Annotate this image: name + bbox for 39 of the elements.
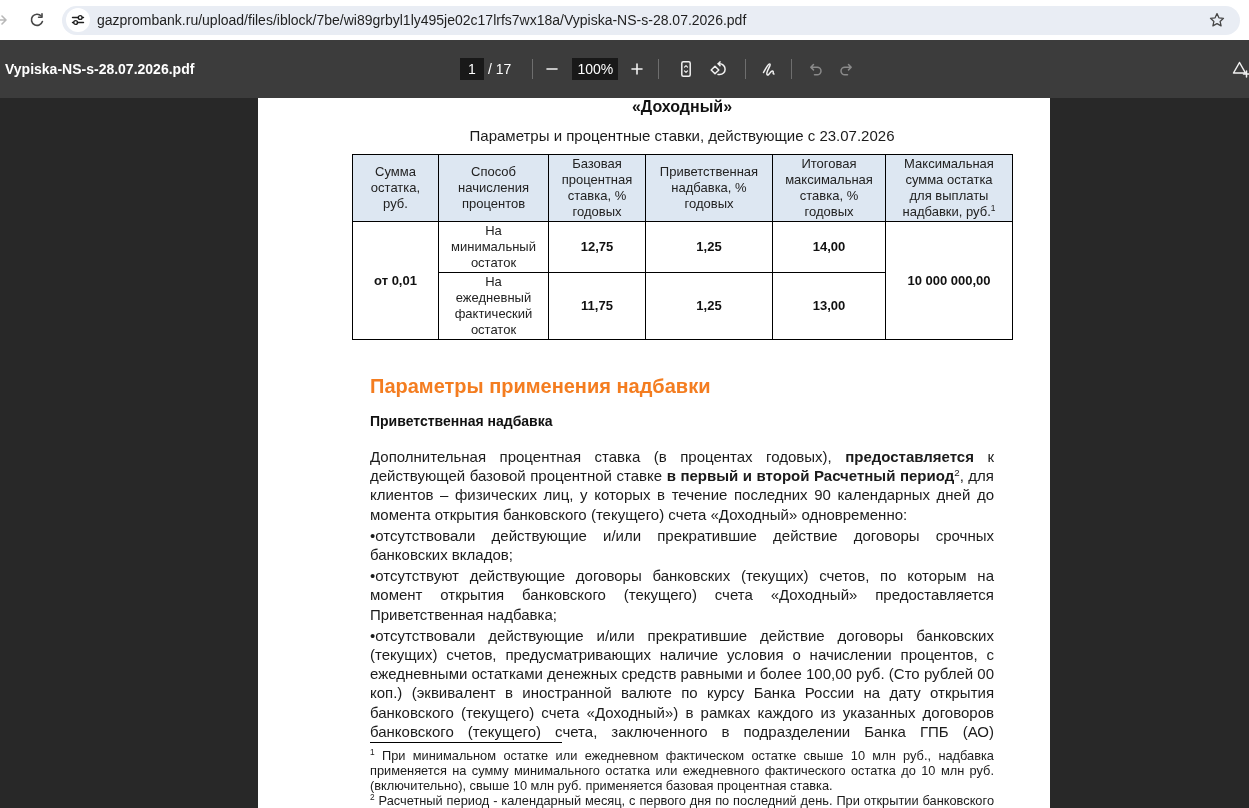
- file-name: Vypiska-NS-s-28.07.2026.pdf: [5, 61, 195, 77]
- table-header-cell: Итоговая максимальная ставка, % годовых: [772, 154, 886, 222]
- table-cell: 11,75: [548, 272, 646, 340]
- table-header-cell: Базовая процентная ставка, % годовых: [548, 154, 646, 222]
- document-title: «Доходный»: [630, 98, 734, 116]
- site-info-icon[interactable]: [66, 8, 90, 32]
- table-header-cell: Приветственная надбавка, % годовых: [645, 154, 773, 222]
- footnote: $^{2}$ Расчетный период - календарный месяц, с первого дня по последний день. При открытии банковского: [370, 793, 994, 808]
- table-cell: 12,75: [548, 221, 646, 273]
- url-text: gazprombank.ru/upload/files/iblock/7be/wi89grbyl1ly495je02c17lrfs7wx18a/Vypiska-NS-s-28.07.2026.pdf: [97, 12, 747, 28]
- plus-icon[interactable]: [631, 63, 644, 75]
- list-item: •отсутствовали действующие и/или прекратившие действие договоры срочных банковских вкладов;: [370, 525, 994, 565]
- footnote: $^{1}$ При минимальном остатке или ежедневном фактическом остатке свыше 10 млн руб., надбавка применяется на сумму минимального остатка или ежедневного фактического остатка до 10 млн руб. (включительно), свыше 10 млн руб. применяется базовая процентная ставка.: [370, 748, 994, 794]
- zoom-field[interactable]: 100%: [572, 58, 619, 80]
- page-number-field[interactable]: 1: [460, 58, 484, 80]
- fit-page-icon[interactable]: [681, 61, 692, 77]
- section-heading: Параметры применения надбавки: [370, 374, 712, 398]
- list-item: •отсутствовали действующие и/или прекратившие действие договоры банковских (текущих) счетов, предусматривающих наличие условия о начислении процентов, с ежедневными остатками денежных средств равными и более 100,00 руб. (Сто рублей 00 коп.) (эквивалент в иностранной валюте по курсу Банка России на дату открытия банковского (текущего) счета «Доходный») в рамках каждого из указанных договоров банковского (текущего) счета, заключенного в подразделении Банка ГПБ (АО): [370, 625, 994, 742]
- subsection-heading: Приветственная надбавка: [370, 412, 554, 430]
- address-bar[interactable]: gazprombank.ru/upload/files/iblock/7be/wi89grbyl1ly495je02c17lrfs7wx18a/Vypiska-NS-s-28.07.2026.pdf: [62, 5, 1240, 35]
- table-header-cell: Способ начисления процентов: [438, 154, 549, 222]
- table-cell: 1,25: [645, 272, 773, 340]
- document-subtitle: Параметры и процентные ставки, действующие с 23.07.2026: [468, 127, 896, 145]
- table-cell: 14,00: [772, 221, 886, 273]
- reload-icon[interactable]: [29, 12, 45, 28]
- list-item: •отсутствуют действующие договоры банковских (текущих) счетов, по которым на момент открытия банковского (текущего) счета «Доходный» предоставляется Приветственная надбавка;: [370, 566, 994, 624]
- table-header-cell: Максимальная сумма остатка для выплаты надбавки, руб.$^{1}$: [885, 154, 1013, 222]
- rotate-icon[interactable]: [710, 61, 727, 77]
- table-cell: На ежедневный фактический остаток: [438, 272, 549, 340]
- table-cell: от 0,01: [352, 221, 439, 340]
- draw-icon[interactable]: [762, 61, 777, 77]
- table-cell: На минимальный остаток: [438, 221, 549, 273]
- star-icon[interactable]: [1209, 12, 1225, 28]
- table-header-cell: Сумма остатка, руб.: [352, 154, 439, 222]
- table-cell: 1,25: [645, 221, 773, 273]
- body-paragraph: Дополнительная процентная ставка (в процентах годовых), предоставляется к действующей базовой процентной ставке в первый и второй Расчетный период$^{2}$, для клиентов – физических лиц, у которых в течение последних 90 календарных дней до момента открытия банковского (текущего) счета «Доходный» одновременно:: [370, 447, 994, 524]
- triangle-plus-icon[interactable]: [1232, 60, 1249, 78]
- page-count: / 17: [488, 61, 512, 77]
- table-cell: 10 000 000,00: [885, 221, 1013, 340]
